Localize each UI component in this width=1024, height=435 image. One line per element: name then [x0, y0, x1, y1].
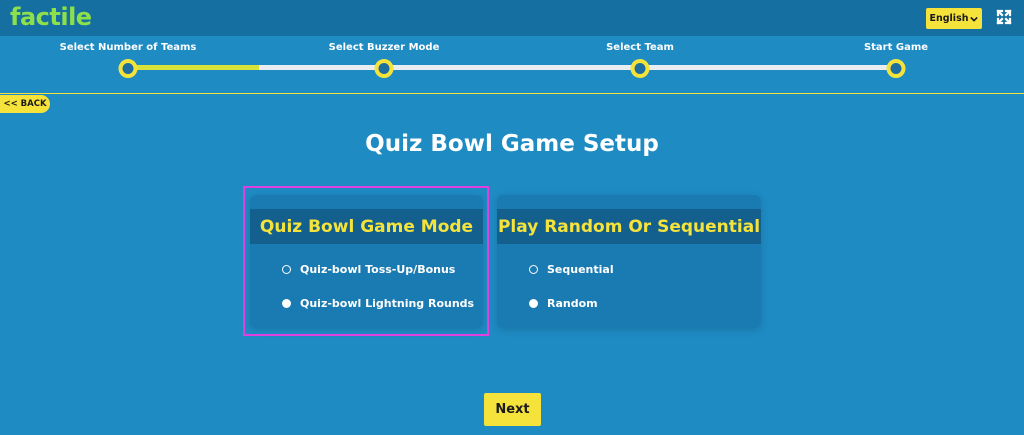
chevron-down-icon	[970, 16, 979, 22]
step-dot-3	[630, 59, 650, 78]
step-label-buzzer: Select Buzzer Mode	[328, 42, 440, 53]
step-dot-4	[886, 59, 906, 78]
expand-icon[interactable]	[996, 9, 1012, 25]
back-button[interactable]: << BACK	[0, 95, 50, 113]
header-divider	[0, 93, 1024, 94]
top-bar: factile English	[0, 0, 1024, 36]
option-random[interactable]: Random	[529, 297, 598, 310]
radio-lightning-rounds[interactable]	[282, 299, 291, 308]
step-dot-1	[118, 59, 138, 78]
radio-random[interactable]	[529, 299, 538, 308]
order-heading: Play Random Or Sequential	[497, 209, 761, 244]
game-mode-panel: Quiz Bowl Game Mode Quiz-bowl Toss-Up/Bo…	[250, 195, 483, 328]
step-label-start: Start Game	[863, 42, 929, 53]
option-label: Random	[547, 297, 598, 310]
next-button[interactable]: Next	[484, 393, 541, 426]
option-lightning-rounds[interactable]: Quiz-bowl Lightning Rounds	[282, 297, 474, 310]
step-label-team: Select Team	[606, 42, 674, 53]
option-sequential[interactable]: Sequential	[529, 263, 614, 276]
factile-logo[interactable]: factile	[10, 3, 92, 31]
progress-fill	[128, 65, 259, 70]
progress-stepper: Select Number of Teams Select Buzzer Mod…	[0, 36, 1024, 94]
step-dot-2	[374, 59, 394, 78]
language-dropdown[interactable]: English	[926, 8, 982, 29]
option-label: Sequential	[547, 263, 614, 276]
option-label: Quiz-bowl Toss-Up/Bonus	[300, 263, 456, 276]
order-panel: Play Random Or Sequential Sequential Ran…	[497, 195, 761, 328]
language-label: English	[929, 13, 969, 24]
option-label: Quiz-bowl Lightning Rounds	[300, 297, 475, 310]
step-label-teams: Select Number of Teams	[59, 42, 197, 53]
radio-toss-up-bonus[interactable]	[282, 265, 291, 274]
radio-sequential[interactable]	[529, 265, 538, 274]
game-mode-heading: Quiz Bowl Game Mode	[250, 209, 483, 244]
option-toss-up-bonus[interactable]: Quiz-bowl Toss-Up/Bonus	[282, 263, 455, 276]
page-title: Quiz Bowl Game Setup	[365, 131, 659, 157]
